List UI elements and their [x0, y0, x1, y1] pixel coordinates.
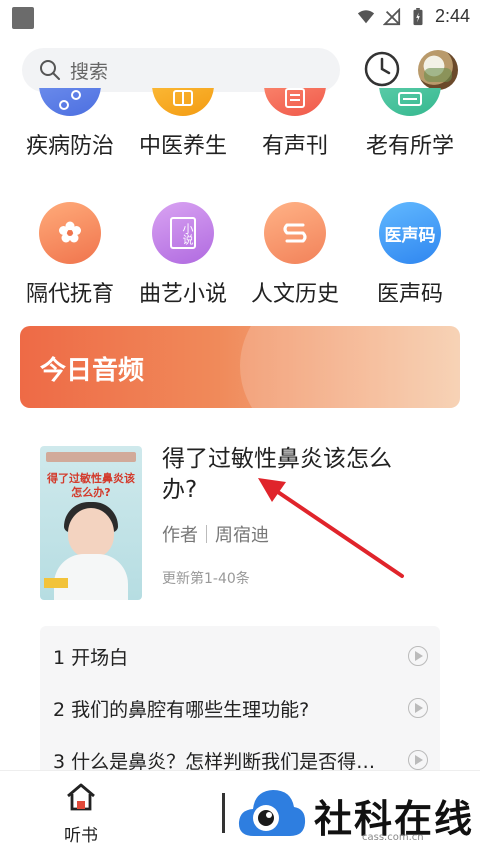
link-icon [39, 88, 101, 116]
category-label: 疾病防治 [25, 134, 114, 159]
tab-partial[interactable] [222, 793, 236, 833]
category-label: 医声码 [376, 282, 443, 307]
cover-header-strip [46, 452, 136, 462]
annotation-arrow-icon [258, 478, 404, 578]
section-title: 今日音频 [40, 356, 145, 386]
status-bar: 2:44 [0, 0, 480, 34]
category-disease-prevention[interactable]: 疾病防治 [15, 88, 125, 160]
avatar[interactable] [418, 50, 458, 90]
divider [206, 525, 207, 543]
episode-list: 1 开场白 2 我们的鼻腔有哪些生理功能? 3 什么是鼻炎？怎样判断我们是否得了… [40, 626, 440, 778]
category-label: 隔代抚育 [25, 282, 114, 307]
herb-icon [152, 88, 214, 116]
category-lifelong-learning[interactable]: 老有所学 [355, 88, 465, 160]
notification-icon [12, 7, 34, 29]
code-badge: 医声码 [384, 225, 436, 246]
category-label: 老有所学 [365, 134, 454, 159]
album-cover[interactable]: 得了过敏性鼻炎该怎么办? [40, 446, 142, 600]
cover-portrait-face [68, 508, 114, 558]
category-label: 人文历史 [250, 282, 339, 307]
today-audio-banner: 今日音频 [20, 326, 460, 408]
category-quyi-novels[interactable]: 小说 曲艺小说 [128, 202, 238, 308]
play-icon[interactable] [408, 750, 428, 770]
flower-icon [39, 202, 101, 264]
search-placeholder: 搜索 [70, 60, 109, 83]
clock-time: 2:44 [434, 6, 470, 26]
home-icon [67, 783, 95, 811]
category-label: 有声刊 [261, 134, 328, 159]
tab-listen[interactable]: 听书 [55, 781, 107, 846]
cover-portrait-body [54, 554, 128, 600]
wifi-icon [357, 9, 375, 23]
category-grandparenting[interactable]: 隔代抚育 [15, 202, 125, 308]
category-humanities-history[interactable]: 人文历史 [240, 202, 350, 308]
category-tcm-health[interactable]: 中医养生 [128, 88, 238, 160]
novel-icon: 小说 [152, 202, 214, 264]
battery-icon [413, 7, 423, 25]
category-audio-magazine[interactable]: 有声刊 [240, 88, 350, 160]
cover-title: 得了过敏性鼻炎该怎么办? [47, 472, 135, 499]
search-icon [40, 60, 60, 80]
play-icon[interactable] [408, 698, 428, 718]
category-medical-code[interactable]: 医声码 医声码 [355, 202, 465, 308]
category-row-1: 疾病防治 中医养生 有声刊 老有所学 [0, 88, 480, 180]
study-icon [379, 88, 441, 116]
list-item[interactable]: 1 开场白 [40, 630, 440, 682]
category-label: 中医养生 [138, 134, 227, 159]
play-icon[interactable] [408, 646, 428, 666]
magazine-icon [264, 88, 326, 116]
watermark-domain: cass.com.cn [362, 832, 424, 843]
update-status: 更新第1-40条 [162, 571, 250, 587]
history-clock-icon[interactable] [362, 49, 402, 89]
novel-badge: 小说 [170, 217, 196, 249]
cloud-logo-icon [238, 790, 306, 836]
search-box[interactable]: 搜索 [22, 48, 340, 92]
tab-label: 听书 [64, 826, 98, 846]
status-icons: 2:44 [357, 6, 470, 27]
list-item[interactable]: 2 我们的鼻腔有哪些生理功能? [40, 682, 440, 734]
scroll-icon [264, 202, 326, 264]
category-label: 曲艺小说 [138, 282, 227, 307]
author-label: 作者 [162, 525, 198, 546]
episode-title: 1 开场白 [53, 646, 129, 669]
signal-icon [382, 7, 401, 25]
cover-tag [44, 578, 68, 588]
category-row-2: 隔代抚育 小说 曲艺小说 人文历史 医声码 医声码 [0, 202, 480, 307]
code-icon: 医声码 [379, 202, 441, 264]
episode-title: 2 我们的鼻腔有哪些生理功能? [53, 698, 310, 721]
